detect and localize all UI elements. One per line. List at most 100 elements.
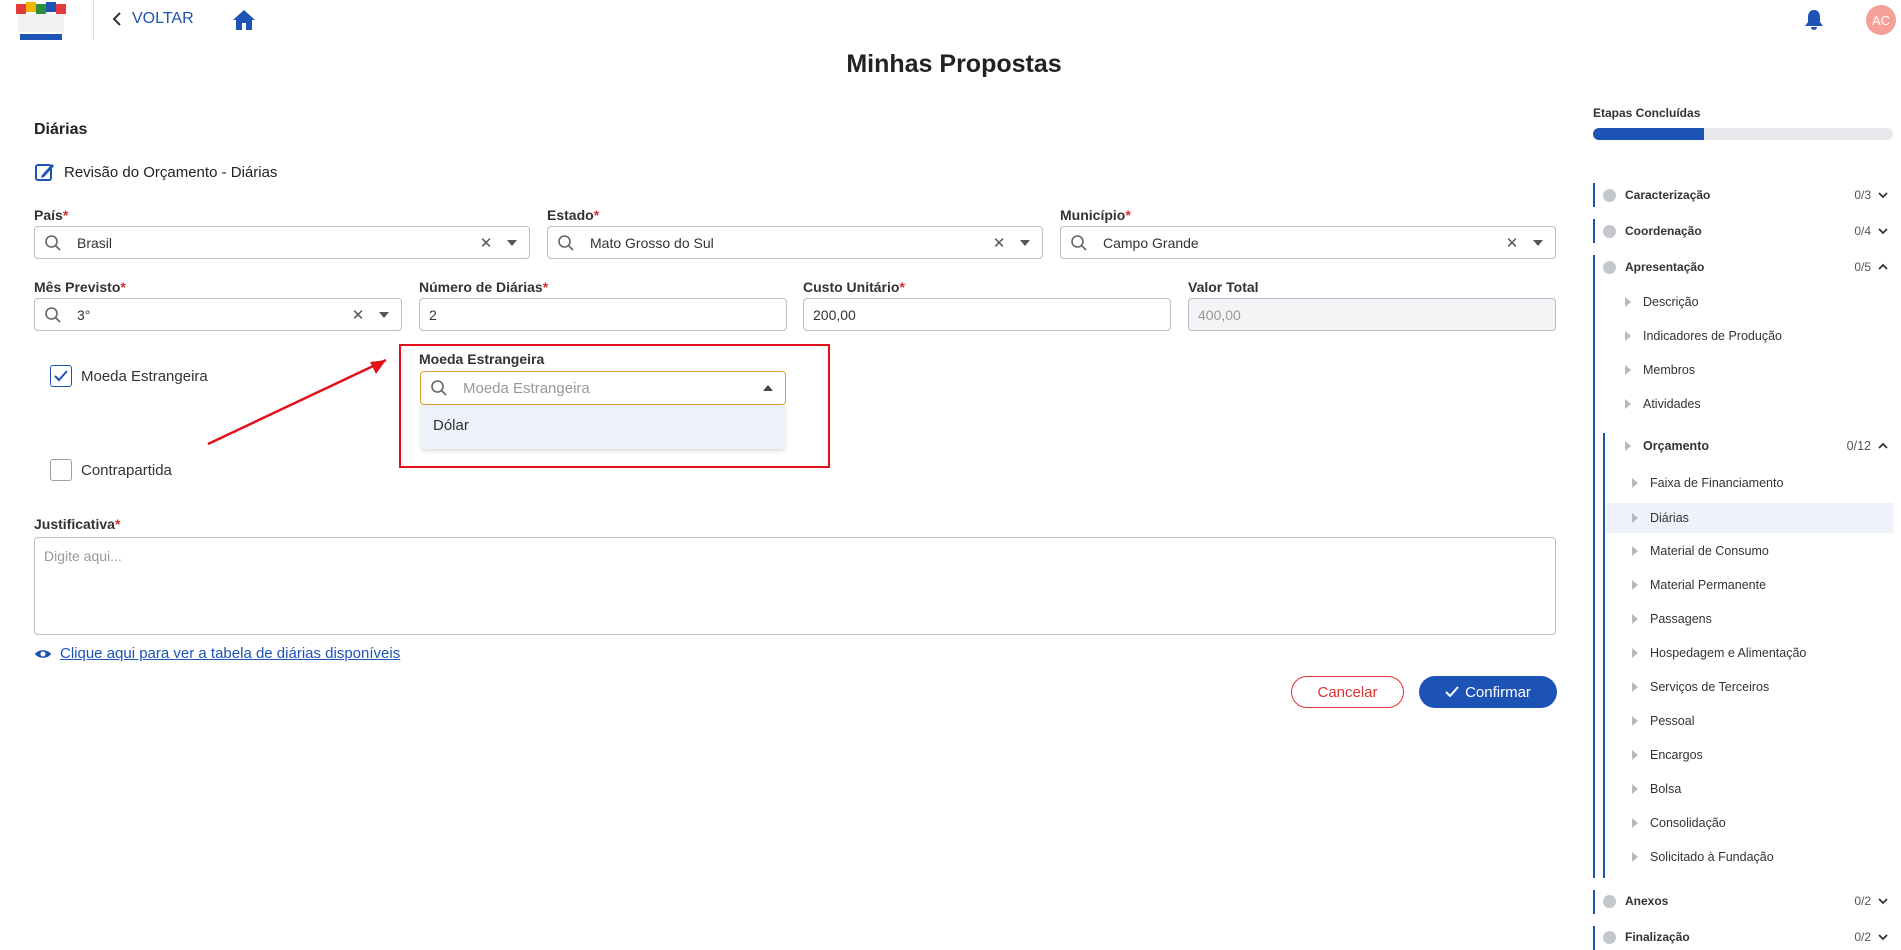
checkbox-checked-icon[interactable] [50, 365, 72, 387]
sidebar-item-count: 0/4 [1854, 224, 1871, 238]
sidebar-sub-faixa[interactable]: Faixa de Financiamento [1632, 473, 1893, 493]
sidebar-sub-label: Solicitado à Fundação [1650, 850, 1774, 864]
mes-select[interactable]: 3° ✕ [34, 298, 402, 331]
pais-select[interactable]: Brasil ✕ [34, 226, 530, 259]
caret-right-icon [1625, 441, 1631, 451]
sidebar-sub-material-consumo[interactable]: Material de Consumo [1632, 541, 1893, 561]
sidebar-sub-hospedagem[interactable]: Hospedagem e Alimentação [1632, 643, 1893, 663]
sidebar-sub-servicos[interactable]: Serviços de Terceiros [1632, 677, 1893, 697]
caret-right-icon [1625, 331, 1631, 341]
sidebar-item-label: Coordenação [1625, 224, 1702, 238]
sidebar-sub-indicadores[interactable]: Indicadores de Produção [1625, 326, 1901, 346]
sidebar-sub-passagens[interactable]: Passagens [1632, 609, 1893, 629]
estado-value: Mato Grosso do Sul [590, 234, 714, 251]
sidebar-item-apresentacao[interactable]: Apresentação 0/5 [1593, 258, 1893, 276]
top-bar: VOLTAR AC [0, 0, 1901, 40]
sidebar-item-finalizacao[interactable]: Finalização 0/2 [1593, 928, 1893, 946]
custo-input[interactable]: 200,00 [803, 298, 1171, 331]
chevron-left-icon [112, 12, 121, 26]
diarias-table-link[interactable]: Clique aqui para ver a tabela de diárias… [34, 645, 400, 662]
search-icon [1071, 234, 1087, 251]
section-title: Diárias [34, 121, 88, 138]
subtitle-text: Revisão do Orçamento - Diárias [64, 163, 278, 181]
chevron-down-icon[interactable] [507, 239, 517, 246]
caret-right-icon [1632, 716, 1638, 726]
annotation-arrow [207, 358, 387, 446]
municipio-label: Município* [1060, 207, 1131, 223]
header-divider [93, 0, 94, 40]
mes-label: Mês Previsto* [34, 279, 126, 295]
sidebar-sub-descricao[interactable]: Descrição [1625, 292, 1901, 312]
home-icon[interactable] [232, 9, 256, 31]
sidebar-sub-label: Descrição [1643, 295, 1699, 309]
check-circle-icon [1603, 930, 1616, 944]
sidebar-sub-label: Diárias [1650, 511, 1689, 525]
caret-right-icon [1632, 546, 1638, 556]
contrapartida-checkbox[interactable]: Contrapartida [50, 459, 172, 481]
num-diarias-input[interactable]: 2 [419, 298, 787, 331]
sidebar-sub-orcamento[interactable]: Orçamento 0/12 [1625, 436, 1893, 456]
sidebar-item-label: Apresentação [1625, 260, 1705, 274]
sidebar-sub-material-permanente[interactable]: Material Permanente [1632, 575, 1893, 595]
sidebar-sub-label: Material Permanente [1650, 578, 1767, 592]
sidebar-sub-bolsa[interactable]: Bolsa [1632, 779, 1893, 799]
sidebar-sub-label: Passagens [1650, 612, 1712, 626]
estado-label: Estado* [547, 207, 600, 223]
sidebar-sub-label: Encargos [1650, 748, 1703, 762]
chevron-down-icon[interactable] [379, 311, 389, 318]
valor-total-label: Valor Total [1188, 279, 1259, 295]
justificativa-textarea[interactable]: Digite aqui... [34, 537, 1556, 635]
cancel-button[interactable]: Cancelar [1291, 676, 1404, 708]
back-button[interactable]: VOLTAR [112, 10, 194, 28]
sidebar-sub-atividades[interactable]: Atividades [1625, 394, 1901, 414]
chevron-up-icon[interactable] [1877, 261, 1889, 273]
sidebar-item-label: Anexos [1625, 894, 1669, 908]
moeda-select[interactable]: Moeda Estrangeira [420, 371, 786, 405]
sidebar-sub-membros[interactable]: Membros [1625, 360, 1901, 380]
user-avatar[interactable]: AC [1866, 5, 1896, 35]
fedes-logo [16, 2, 66, 40]
confirm-button[interactable]: Confirmar [1419, 676, 1557, 708]
sidebar-sub-label: Indicadores de Produção [1643, 329, 1782, 343]
sidebar-sub-encargos[interactable]: Encargos [1632, 745, 1893, 765]
table-link-text[interactable]: Clique aqui para ver a tabela de diárias… [60, 645, 400, 662]
sidebar-item-count: 0/3 [1854, 188, 1871, 202]
caret-right-icon [1632, 478, 1638, 488]
moeda-checkbox[interactable]: Moeda Estrangeira [50, 365, 208, 387]
sidebar-sub-solicitado[interactable]: Solicitado à Fundação [1632, 847, 1893, 867]
sidebar-sub-label: Bolsa [1650, 782, 1682, 796]
sidebar-sub-pessoal[interactable]: Pessoal [1632, 711, 1893, 731]
sidebar-line [1603, 433, 1605, 878]
contrapartida-label: Contrapartida [81, 461, 172, 479]
sidebar-item-count: 0/2 [1854, 930, 1871, 944]
checkbox-empty-icon[interactable] [50, 459, 72, 481]
bell-icon[interactable] [1803, 9, 1825, 31]
estado-select[interactable]: Mato Grosso do Sul ✕ [547, 226, 1043, 259]
clear-icon[interactable]: ✕ [990, 234, 1008, 252]
caret-right-icon [1625, 365, 1631, 375]
chevron-up-icon[interactable] [763, 385, 773, 391]
sidebar-item-count: 0/12 [1846, 439, 1871, 453]
moeda-checkbox-label: Moeda Estrangeira [81, 367, 208, 385]
dropdown-option-dolar[interactable]: Dólar [421, 405, 785, 446]
chevron-down-icon[interactable] [1877, 931, 1889, 943]
sidebar-sub-consolidacao[interactable]: Consolidação [1632, 813, 1893, 833]
clear-icon[interactable]: ✕ [477, 234, 495, 252]
sidebar-item-caracterizacao[interactable]: Caracterização 0/3 [1593, 186, 1893, 204]
chevron-up-icon[interactable] [1877, 440, 1889, 452]
sidebar-sub-diarias[interactable]: Diárias [1606, 503, 1893, 533]
clear-icon[interactable]: ✕ [349, 306, 367, 324]
sidebar-item-anexos[interactable]: Anexos 0/2 [1593, 892, 1893, 910]
municipio-select[interactable]: Campo Grande ✕ [1060, 226, 1556, 259]
chevron-down-icon[interactable] [1020, 239, 1030, 246]
clear-icon[interactable]: ✕ [1503, 234, 1521, 252]
sidebar-item-coordenacao[interactable]: Coordenação 0/4 [1593, 222, 1893, 240]
chevron-down-icon[interactable] [1877, 189, 1889, 201]
chevron-down-icon[interactable] [1877, 895, 1889, 907]
progress-bar [1593, 128, 1893, 140]
chevron-down-icon[interactable] [1533, 239, 1543, 246]
progress-fill [1593, 128, 1704, 140]
caret-right-icon [1625, 399, 1631, 409]
chevron-down-icon[interactable] [1877, 225, 1889, 237]
sidebar-item-count: 0/5 [1854, 260, 1871, 274]
